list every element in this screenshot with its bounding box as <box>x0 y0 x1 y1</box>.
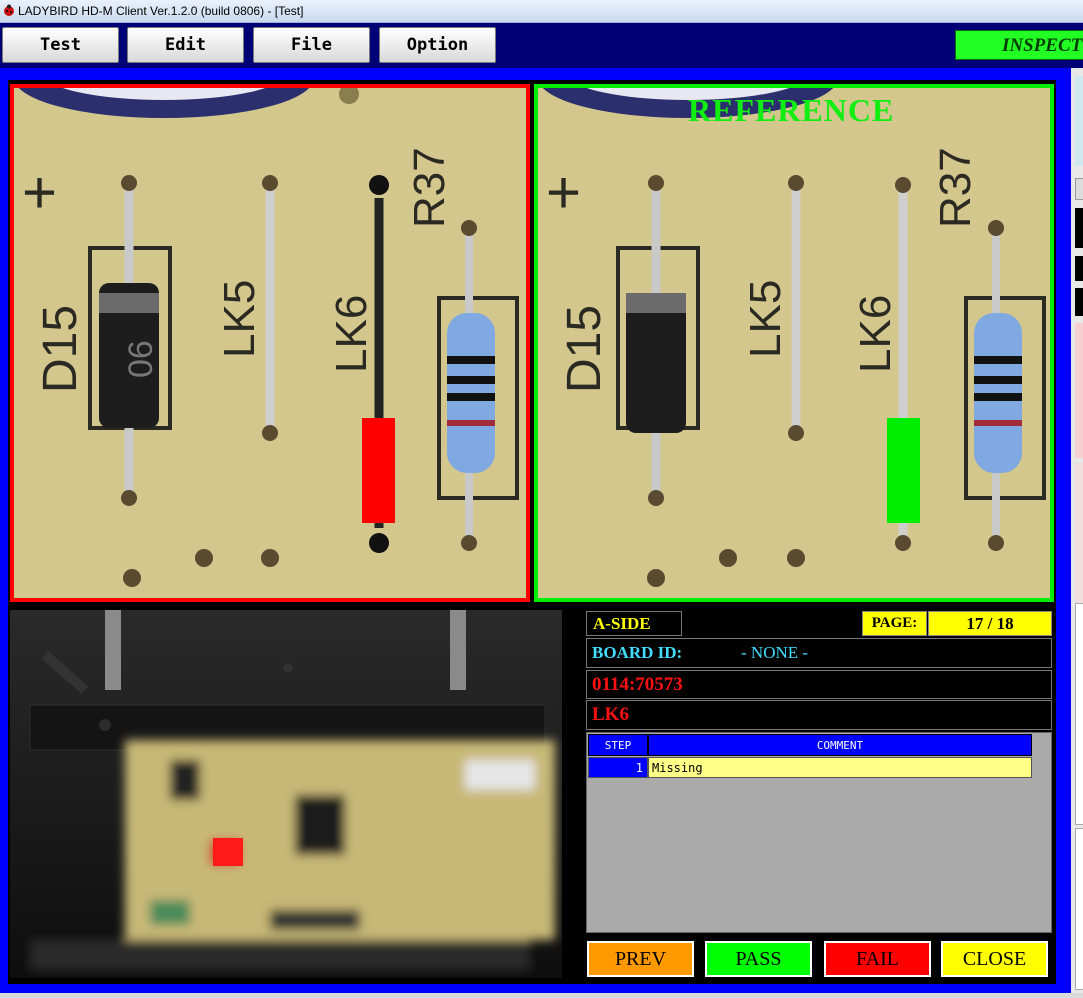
silk-r37: R37 <box>931 147 980 228</box>
inspect-mode-badge: INSPECT <box>955 30 1083 60</box>
pcb-closeup-reference: + D15 LK5 LK6 R37 <box>538 88 1050 598</box>
column-header-step[interactable]: STEP <box>588 734 648 756</box>
fail-location-marker <box>213 838 243 866</box>
diode-marking: 06 <box>122 340 160 378</box>
silk-lk6: LK6 <box>851 295 900 373</box>
prev-button[interactable]: PREV <box>587 941 694 977</box>
window-title: LADYBIRD HD-M Client Ver.1.2.0 (build 08… <box>18 4 304 18</box>
silk-lk5: LK5 <box>741 280 790 358</box>
page-label: PAGE: <box>862 611 927 636</box>
ladybird-icon <box>4 4 14 16</box>
silk-lk5: LK5 <box>215 280 264 358</box>
pass-button[interactable]: PASS <box>705 941 812 977</box>
serial-number: 0114:70573 <box>586 670 1052 699</box>
column-header-comment[interactable]: COMMENT <box>648 734 1032 756</box>
table-row-step[interactable]: 1 <box>588 757 648 778</box>
silk-r37: R37 <box>405 147 454 228</box>
edit-menu-button[interactable]: Edit <box>127 27 244 63</box>
board-id-label: BOARD ID: <box>592 643 683 662</box>
board-id-value: - NONE - <box>741 643 809 662</box>
pass-marker <box>887 418 920 523</box>
reference-image[interactable]: + D15 LK5 LK6 R37 REFERENCE <box>534 84 1054 602</box>
silk-d15: D15 <box>34 305 87 393</box>
option-menu-button[interactable]: Option <box>379 27 496 63</box>
side-panel-edge <box>1071 68 1083 998</box>
silk-lk6: LK6 <box>327 295 376 373</box>
part-reference: LK6 <box>586 700 1052 730</box>
reference-label: REFERENCE <box>688 92 895 128</box>
window-title-bar: LADYBIRD HD-M Client Ver.1.2.0 (build 08… <box>0 0 1083 23</box>
svg-text:+: + <box>22 159 57 226</box>
board-id-row: BOARD ID: - NONE - <box>586 638 1052 668</box>
camera-overview-image[interactable] <box>10 610 562 978</box>
status-bar-edge <box>0 993 1083 998</box>
board-side-label: A-SIDE <box>586 611 682 636</box>
svg-text:+: + <box>546 159 581 226</box>
table-row-comment[interactable]: Missing <box>648 757 1032 778</box>
test-capture-image[interactable]: + D15 06 LK5 LK6 R37 <box>10 84 530 602</box>
test-menu-button[interactable]: Test <box>2 27 119 63</box>
file-menu-button[interactable]: File <box>253 27 370 63</box>
fixture-photo <box>10 610 562 978</box>
fail-marker <box>362 418 395 523</box>
silk-d15: D15 <box>558 305 611 393</box>
page-counter: 17 / 18 <box>928 611 1052 636</box>
fail-button[interactable]: FAIL <box>824 941 931 977</box>
step-comment-table[interactable]: STEP COMMENT 1 Missing <box>586 732 1052 933</box>
pcb-closeup-test: + D15 06 LK5 LK6 R37 <box>14 88 526 598</box>
close-button[interactable]: CLOSE <box>941 941 1048 977</box>
toolbar: Test Edit File Option INSPECT <box>0 23 1083 68</box>
